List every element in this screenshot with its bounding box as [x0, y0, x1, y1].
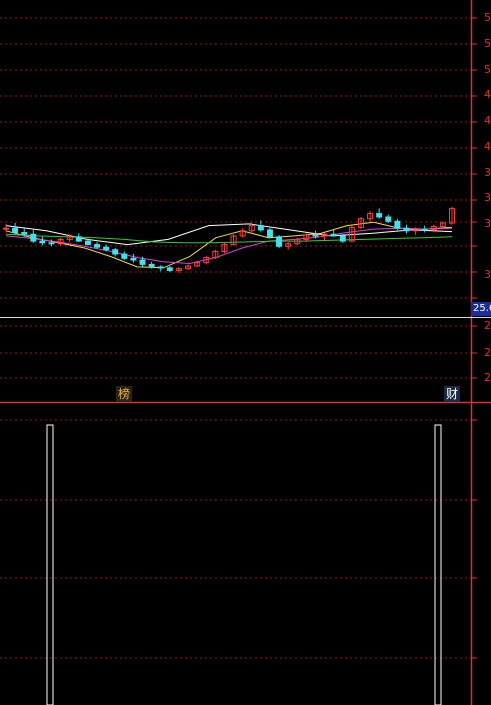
candle-body — [130, 257, 137, 261]
candle-body — [39, 240, 46, 244]
candle-body — [148, 263, 155, 268]
candle-body — [48, 242, 55, 245]
candle-body — [266, 229, 273, 238]
moving-average-lines — [5, 221, 453, 269]
candle-body — [3, 227, 9, 230]
price-axis-label: 4 — [484, 114, 491, 127]
candle-body — [330, 233, 337, 237]
price-axis-label: 4 — [484, 140, 491, 153]
candle-body — [403, 227, 410, 232]
price-axis-label: 4 — [484, 88, 491, 101]
candle-body — [139, 259, 146, 265]
candle-body — [312, 234, 319, 237]
price-axis-label: 5 — [484, 37, 491, 50]
indicator-tag-cai[interactable]: 财 — [444, 386, 461, 402]
candle-body — [276, 236, 283, 247]
price-axis-label: 3 — [484, 217, 491, 230]
grid-lines — [0, 17, 471, 659]
price-axis-label: 5 — [484, 11, 491, 24]
price-axis-label: 3 — [484, 268, 491, 281]
volume-axis-label: 2 — [484, 319, 491, 332]
candle-body — [339, 235, 346, 242]
candle-body — [103, 246, 110, 251]
signal-bars — [46, 424, 442, 705]
candle-body — [157, 266, 164, 269]
candle-body — [94, 244, 101, 248]
candle-body — [385, 216, 392, 222]
candle-body — [257, 225, 264, 231]
candle-body — [166, 267, 173, 271]
candle-body — [84, 240, 91, 246]
candle-body — [121, 253, 128, 259]
stock-chart-canvas[interactable] — [0, 0, 491, 705]
signal-bar — [46, 424, 54, 705]
signal-bar — [434, 424, 442, 705]
indicator-tag-bang[interactable]: 榜 — [116, 386, 133, 402]
price-axis-label: 3 — [484, 166, 491, 179]
volume-axis-label: 2 — [484, 346, 491, 359]
candle-body — [75, 236, 82, 242]
current-price-tag: 25.6 — [471, 302, 491, 316]
candle-body — [421, 228, 428, 231]
moving-average-line — [5, 233, 453, 244]
volume-axis-label: 2 — [484, 371, 491, 384]
candle-body — [376, 213, 383, 218]
candle-body — [12, 227, 19, 233]
price-axis-label: 5 — [484, 63, 491, 76]
candle-body — [30, 233, 37, 242]
candle-body — [394, 220, 401, 229]
candlestick-series — [3, 206, 455, 273]
price-axis-label: 3 — [484, 191, 491, 204]
candle-body — [112, 249, 119, 255]
candle-body — [21, 232, 28, 235]
